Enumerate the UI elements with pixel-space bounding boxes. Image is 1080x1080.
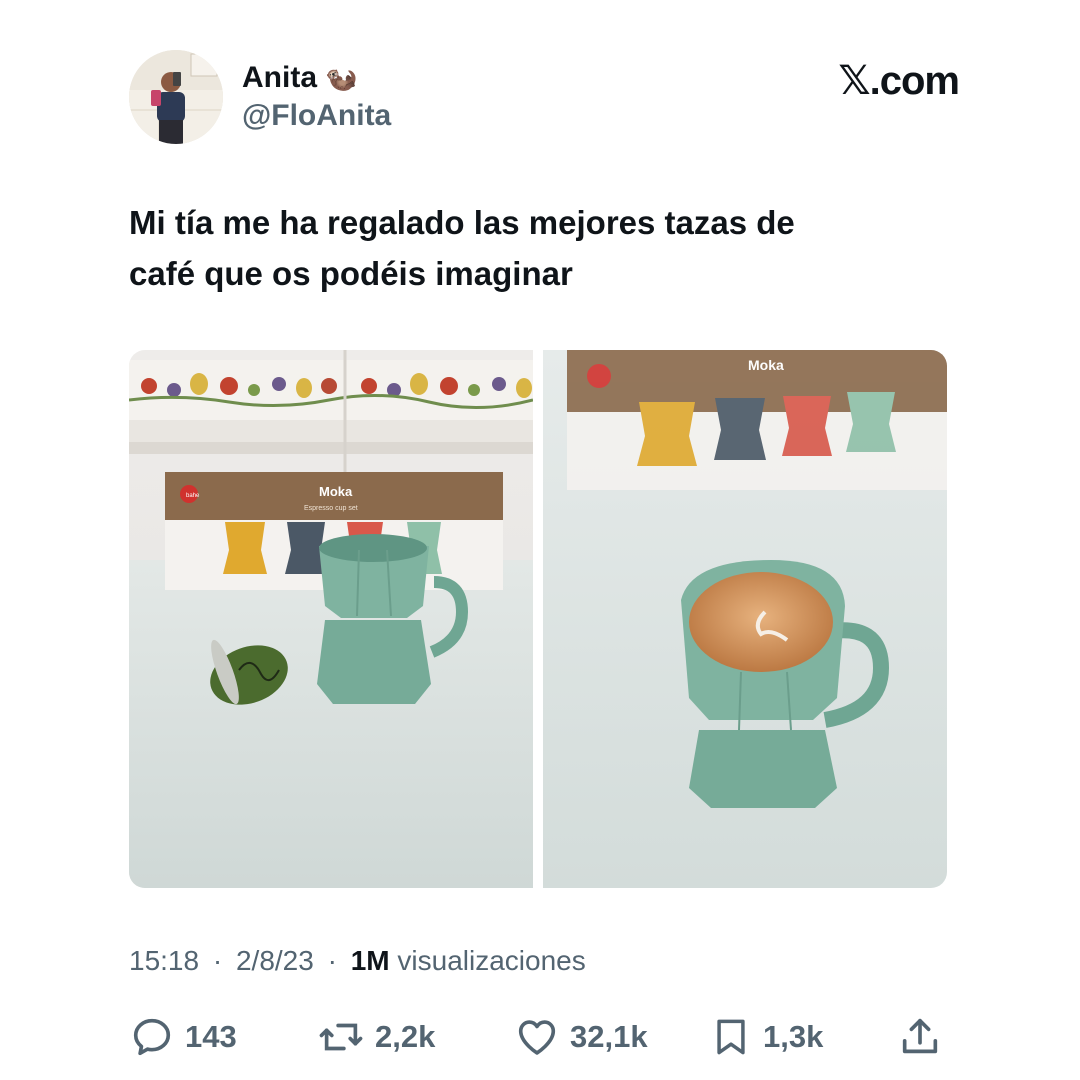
avatar-photo xyxy=(129,50,223,144)
tweet-text: Mi tía me ha regalado las mejores tazas … xyxy=(129,197,949,299)
separator: · xyxy=(327,945,337,976)
heart-icon xyxy=(518,1020,556,1055)
x-logo: 𝕏.com xyxy=(838,59,960,103)
tweet-metadata: 15:18 · 2/8/23 · 1M visualizaciones xyxy=(129,943,586,979)
moka-box: Moka xyxy=(567,350,947,490)
author-handle[interactable]: @FloAnita xyxy=(242,98,391,134)
otter-emoji-icon: 🦦 xyxy=(325,63,358,93)
bookmark-count: 1,3k xyxy=(763,1019,824,1054)
tweet-text-line-1: Mi tía me ha regalado las mejores tazas … xyxy=(129,204,795,241)
repost-icon xyxy=(319,1023,363,1051)
share-button[interactable] xyxy=(897,1012,943,1062)
like-count: 32,1k xyxy=(570,1019,648,1054)
tweet-text-line-2: café que os podéis imaginar xyxy=(129,255,573,292)
bookmark-button[interactable]: 1,3k xyxy=(709,1012,823,1062)
tweet-header: Anita 🦦 @FloAnita 𝕏.com xyxy=(129,50,960,150)
repost-count: 2,2k xyxy=(375,1019,436,1054)
box-brand: Moka xyxy=(319,484,353,499)
tweet-time[interactable]: 15:18 xyxy=(129,945,199,976)
reply-icon xyxy=(133,1018,171,1056)
box-brand: Moka xyxy=(748,357,784,373)
repost-button[interactable]: 2,2k xyxy=(317,1012,435,1062)
share-icon xyxy=(902,1018,938,1054)
box-subtitle: Espresso cup set xyxy=(304,505,358,512)
photo-cup-with-box[interactable]: bahe Moka Espresso cup set xyxy=(129,350,533,888)
avatar[interactable] xyxy=(129,50,223,144)
photo-cup-with-coffee[interactable]: Moka xyxy=(543,350,947,888)
separator: · xyxy=(212,945,223,976)
tweet-actions: 143 2,2k 32,1k 1,3k xyxy=(129,1012,949,1062)
bookmark-icon xyxy=(717,1019,745,1055)
tweet-media: bahe Moka Espresso cup set Moka xyxy=(129,350,947,888)
box-logo-text: bahe xyxy=(186,493,200,499)
tweet-date[interactable]: 2/8/23 xyxy=(236,945,314,976)
views-label: visualizaciones xyxy=(397,945,586,976)
reply-count: 143 xyxy=(185,1019,237,1054)
reply-button[interactable]: 143 xyxy=(129,1012,237,1062)
views-count: 1M xyxy=(350,945,390,976)
like-button[interactable]: 32,1k xyxy=(514,1012,648,1062)
author-display-name[interactable]: Anita xyxy=(242,60,317,96)
